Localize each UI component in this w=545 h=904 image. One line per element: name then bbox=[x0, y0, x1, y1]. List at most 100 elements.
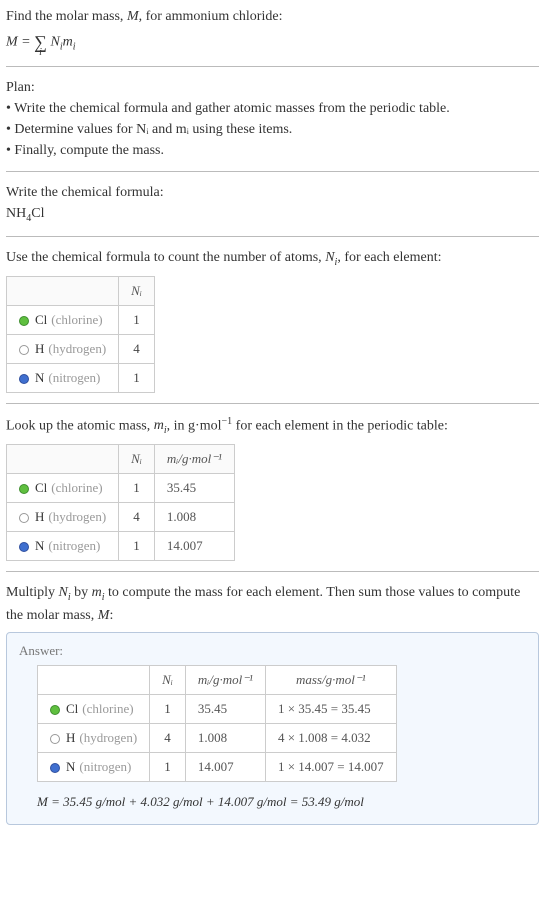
table-row: Cl (chlorine) 1 bbox=[7, 305, 155, 334]
mass-step: Look up the atomic mass, mi, in g·mol−1 … bbox=[6, 414, 539, 561]
blank-header bbox=[38, 665, 150, 694]
plan-list: Write the chemical formula and gather at… bbox=[6, 98, 539, 161]
table-row: H(hydrogen) 4 1.008 4 × 1.008 = 4.032 bbox=[38, 723, 397, 752]
element-swatch-icon bbox=[19, 484, 29, 494]
cell-Ni: 1 bbox=[119, 363, 155, 392]
table-row: Cl(chlorine) 1 35.45 bbox=[7, 474, 235, 503]
divider bbox=[6, 171, 539, 172]
el-name: (chlorine) bbox=[51, 480, 102, 495]
divider bbox=[6, 66, 539, 67]
header-Ni: Nᵢ bbox=[119, 276, 155, 305]
t: Use the chemical formula to count the nu… bbox=[6, 250, 325, 265]
el-name: (hydrogen) bbox=[48, 341, 106, 356]
el-name: (chlorine) bbox=[51, 312, 102, 327]
table-row: N (nitrogen) 1 bbox=[7, 363, 155, 392]
t: : bbox=[109, 608, 113, 623]
formula-heading: Write the chemical formula: bbox=[6, 182, 539, 203]
el-sym: N bbox=[35, 370, 44, 385]
divider bbox=[6, 236, 539, 237]
eq-m: m bbox=[63, 35, 73, 50]
count-text: Use the chemical formula to count the nu… bbox=[6, 247, 539, 270]
table-header-row: Nᵢ mᵢ/g·mol⁻¹ mass/g·mol⁻¹ bbox=[38, 665, 397, 694]
element-swatch-icon bbox=[50, 705, 60, 715]
el-sym: H bbox=[66, 730, 75, 745]
cell-Ni: 4 bbox=[150, 723, 186, 752]
table-row: Cl(chlorine) 1 35.45 1 × 35.45 = 35.45 bbox=[38, 694, 397, 723]
table-row: H(hydrogen) 4 1.008 bbox=[7, 503, 235, 532]
element-swatch-icon bbox=[19, 542, 29, 552]
t: Find the molar mass, bbox=[6, 9, 127, 24]
el-name: (nitrogen) bbox=[48, 538, 100, 553]
exp: −1 bbox=[222, 416, 233, 427]
mi: mi bbox=[92, 585, 105, 600]
cell-mi: 14.007 bbox=[154, 532, 234, 561]
table-row: N (nitrogen) 1 14.007 bbox=[7, 532, 235, 561]
answer-table: Nᵢ mᵢ/g·mol⁻¹ mass/g·mol⁻¹ Cl(chlorine) … bbox=[37, 665, 397, 782]
eq-M: M bbox=[6, 35, 18, 50]
intro-M: M bbox=[127, 9, 139, 24]
M: M bbox=[98, 608, 110, 623]
cell-mass: 1 × 35.45 = 35.45 bbox=[265, 694, 396, 723]
cell-Ni: 1 bbox=[119, 532, 155, 561]
header-Ni: Nᵢ bbox=[119, 445, 155, 474]
element-cell: N(nitrogen) bbox=[38, 752, 150, 781]
t: Multiply bbox=[6, 585, 59, 600]
answer-equation: M = 35.45 g/mol + 4.032 g/mol + 14.007 g… bbox=[37, 794, 526, 810]
plan-item: Write the chemical formula and gather at… bbox=[6, 98, 539, 119]
plan-heading: Plan: bbox=[6, 77, 539, 98]
compute-step: Multiply Ni by mi to compute the mass fo… bbox=[6, 582, 539, 825]
element-swatch-icon bbox=[50, 763, 60, 773]
t: , for each element: bbox=[337, 250, 441, 265]
table-row: N(nitrogen) 1 14.007 1 × 14.007 = 14.007 bbox=[38, 752, 397, 781]
eq-i2: i bbox=[73, 42, 76, 53]
el-name: (hydrogen) bbox=[48, 509, 106, 524]
element-cell: N (nitrogen) bbox=[7, 532, 119, 561]
element-cell: Cl(chlorine) bbox=[38, 694, 150, 723]
blank-header bbox=[7, 276, 119, 305]
table-row: H(hydrogen) 4 bbox=[7, 334, 155, 363]
el-sym: Cl bbox=[35, 480, 47, 495]
element-swatch-icon bbox=[19, 345, 29, 355]
t: , in g·mol bbox=[167, 418, 222, 433]
element-swatch-icon bbox=[19, 513, 29, 523]
divider bbox=[6, 403, 539, 404]
t: by bbox=[71, 585, 92, 600]
t: , for ammonium chloride: bbox=[139, 9, 283, 24]
el-name: (hydrogen) bbox=[79, 730, 137, 745]
chem-cl: Cl bbox=[31, 206, 44, 221]
table-header-row: Nᵢ mᵢ/g·mol⁻¹ bbox=[7, 445, 235, 474]
divider bbox=[6, 571, 539, 572]
table-header-row: Nᵢ bbox=[7, 276, 155, 305]
cell-Ni: 1 bbox=[119, 474, 155, 503]
count-step: Use the chemical formula to count the nu… bbox=[6, 247, 539, 393]
element-cell: H(hydrogen) bbox=[7, 503, 119, 532]
cell-Ni: 4 bbox=[119, 503, 155, 532]
chem-nh: NH bbox=[6, 206, 26, 221]
element-cell: Cl (chlorine) bbox=[7, 305, 119, 334]
el-sym: Cl bbox=[35, 312, 47, 327]
cell-mi: 1.008 bbox=[185, 723, 265, 752]
mi: mi bbox=[154, 418, 167, 433]
cell-Ni: 4 bbox=[119, 334, 155, 363]
answer-label: Answer: bbox=[19, 643, 526, 659]
cell-mi: 35.45 bbox=[185, 694, 265, 723]
eq-eq: = bbox=[18, 35, 34, 50]
plan: Plan: Write the chemical formula and gat… bbox=[6, 77, 539, 161]
el-name: (nitrogen) bbox=[48, 370, 100, 385]
Ni: Ni bbox=[325, 250, 337, 265]
cell-Ni: 1 bbox=[150, 752, 186, 781]
cell-Ni: 1 bbox=[119, 305, 155, 334]
el-name: (chlorine) bbox=[82, 701, 133, 716]
cell-mi: 14.007 bbox=[185, 752, 265, 781]
el-sym: N bbox=[35, 538, 44, 553]
header-mi: mᵢ/g·mol⁻¹ bbox=[185, 665, 265, 694]
t: for each element in the periodic table: bbox=[232, 418, 448, 433]
element-cell: N (nitrogen) bbox=[7, 363, 119, 392]
el-sym: N bbox=[66, 759, 75, 774]
intro: Find the molar mass, M, for ammonium chl… bbox=[6, 6, 539, 56]
element-cell: Cl (chlorine) bbox=[7, 474, 119, 503]
element-cell: H(hydrogen) bbox=[7, 334, 119, 363]
formula-step: Write the chemical formula: NH4Cl bbox=[6, 182, 539, 226]
blank-header bbox=[7, 445, 119, 474]
header-Ni: Nᵢ bbox=[150, 665, 186, 694]
